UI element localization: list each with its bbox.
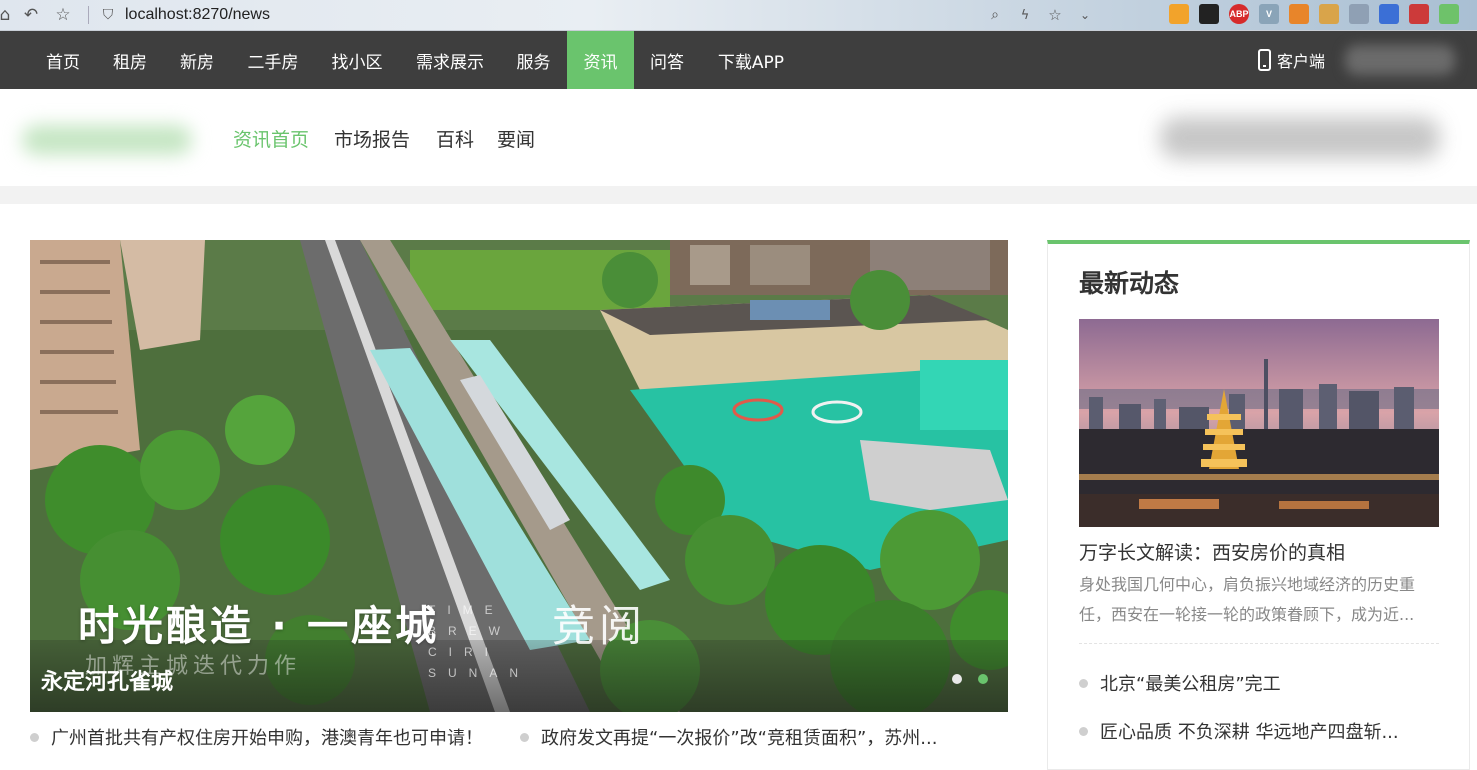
undo-icon[interactable]: ↶ xyxy=(20,4,42,26)
headline-link[interactable]: 政府发文再提“一次报价”改“竞租赁面积”，苏州... xyxy=(520,724,1008,750)
headline-text: 广州首批共有产权住房开始申购，港澳青年也可申请！ xyxy=(51,728,483,749)
zoom-icon[interactable]: ⌕ xyxy=(984,4,1006,26)
pocket-icon[interactable] xyxy=(1319,4,1339,24)
bullet-icon xyxy=(30,732,39,742)
feature-description: 身处我国几何中心，肩负振兴地域经济的历史重任，西安在一轮接一轮的政策眷顾下，成为… xyxy=(1079,575,1416,624)
nav-item-5[interactable]: 需求展示 xyxy=(399,31,501,89)
extensions-bar: ABP V xyxy=(1169,4,1459,24)
latest-news-item[interactable]: 匠心品质 不负深耕 华远地产四盘斩... xyxy=(1079,718,1399,744)
headline-row: 广州首批共有产权住房开始申购，港澳青年也可申请！ 政府发文再提“一次报价”改“竞… xyxy=(30,724,1008,750)
bookmark-star-icon[interactable]: ☆ xyxy=(1044,4,1066,26)
nav-item-1[interactable]: 租房 xyxy=(97,31,163,89)
panel-divider xyxy=(1079,643,1439,644)
carousel-dot-1[interactable] xyxy=(952,674,962,684)
phone-icon xyxy=(1258,49,1271,71)
tampermonkey-icon[interactable] xyxy=(1199,4,1219,24)
star-icon[interactable]: ☆ xyxy=(52,4,74,26)
banner-overlay-english: TIME BREW CIRI SUNAN xyxy=(428,603,531,680)
latest-news-panel: 最新动态 万字长文解读：西安房价的真相 身处我国几何中心，肩负振兴地域经济的历史… xyxy=(1047,240,1470,770)
headline-link[interactable]: 广州首批共有产权住房开始申购，港澳青年也可申请！ xyxy=(30,724,520,750)
sub-nav: 资讯首页 市场报告 百科 要闻 xyxy=(0,89,1477,186)
toolbar-divider xyxy=(88,6,89,24)
browser-toolbar: ⌂ ↶ ☆ ⛉ localhost:8270/news ⌕ ϟ ☆ ⌄ ABP V xyxy=(0,0,1477,31)
bullet-icon xyxy=(520,732,529,742)
banner-overlay-logo: 竞阅 xyxy=(552,602,646,652)
nav-item-4[interactable]: 找小区 xyxy=(316,31,398,89)
sub-nav-item-2[interactable]: 百科 xyxy=(436,125,474,152)
lightning-icon[interactable]: ϟ xyxy=(1014,4,1036,26)
client-download-link[interactable]: 客户端 xyxy=(1258,31,1325,89)
latest-news-text: 北京“最美公租房”完工 xyxy=(1100,674,1281,695)
shield-icon: ⛉ xyxy=(102,7,114,23)
search-box-blurred[interactable] xyxy=(1160,117,1440,159)
vue-devtools-icon[interactable]: V xyxy=(1259,4,1279,24)
headline-text: 政府发文再提“一次报价”改“竞租赁面积”，苏州... xyxy=(541,728,938,749)
section-divider xyxy=(0,186,1477,204)
notes-icon[interactable] xyxy=(1289,4,1309,24)
bullet-icon xyxy=(1079,678,1088,688)
sub-nav-item-3[interactable]: 要闻 xyxy=(497,125,535,152)
feature-image[interactable] xyxy=(1079,319,1439,527)
client-label: 客户端 xyxy=(1277,52,1326,71)
main-nav: 首页 租房 新房 二手房 找小区 需求展示 服务 资讯 问答 下载APP 客户端 xyxy=(0,31,1477,89)
leaf-icon[interactable] xyxy=(1439,4,1459,24)
bullet-icon xyxy=(1079,726,1088,736)
nav-item-6[interactable]: 服务 xyxy=(502,31,565,89)
feature-headline[interactable]: 万字长文解读：西安房价的真相 xyxy=(1079,538,1345,565)
ms-icon[interactable] xyxy=(1169,4,1189,24)
carousel-dot-2[interactable] xyxy=(978,674,988,684)
nav-item-8[interactable]: 问答 xyxy=(634,31,700,89)
site-logo-blurred[interactable] xyxy=(22,125,192,155)
screenshot-icon[interactable] xyxy=(1349,4,1369,24)
banner-overlay-title: 时光酿造 · 一座城 xyxy=(78,602,440,650)
panel-title: 最新动态 xyxy=(1079,269,1180,298)
address-bar[interactable]: localhost:8270/news xyxy=(125,6,270,24)
adblock-icon[interactable]: ABP xyxy=(1229,4,1249,24)
latest-news-item[interactable]: 北京“最美公租房”完工 xyxy=(1079,670,1281,696)
paw-icon[interactable] xyxy=(1409,4,1429,24)
sub-nav-item-1[interactable]: 市场报告 xyxy=(334,125,410,152)
nav-item-7[interactable]: 资讯 xyxy=(567,31,634,89)
nav-item-0[interactable]: 首页 xyxy=(30,31,96,89)
nav-item-2[interactable]: 新房 xyxy=(164,31,230,89)
sub-nav-item-0[interactable]: 资讯首页 xyxy=(233,125,309,152)
dropdown-icon[interactable]: ⌄ xyxy=(1074,4,1096,26)
nav-item-3[interactable]: 二手房 xyxy=(231,31,315,89)
banner-caption[interactable]: 永定河孔雀城 xyxy=(41,664,173,696)
nav-item-9[interactable]: 下载APP xyxy=(701,31,801,89)
translate-icon[interactable] xyxy=(1379,4,1399,24)
banner-carousel[interactable]: 时光酿造 · 一座城 加辉主城迭代力作 TIME BREW CIRI SUNAN… xyxy=(30,240,1008,712)
latest-news-text: 匠心品质 不负深耕 华远地产四盘斩... xyxy=(1100,722,1399,743)
xian-skyline-image xyxy=(1079,319,1439,527)
user-account-blurred[interactable] xyxy=(1345,45,1455,75)
home-icon[interactable]: ⌂ xyxy=(0,4,10,26)
